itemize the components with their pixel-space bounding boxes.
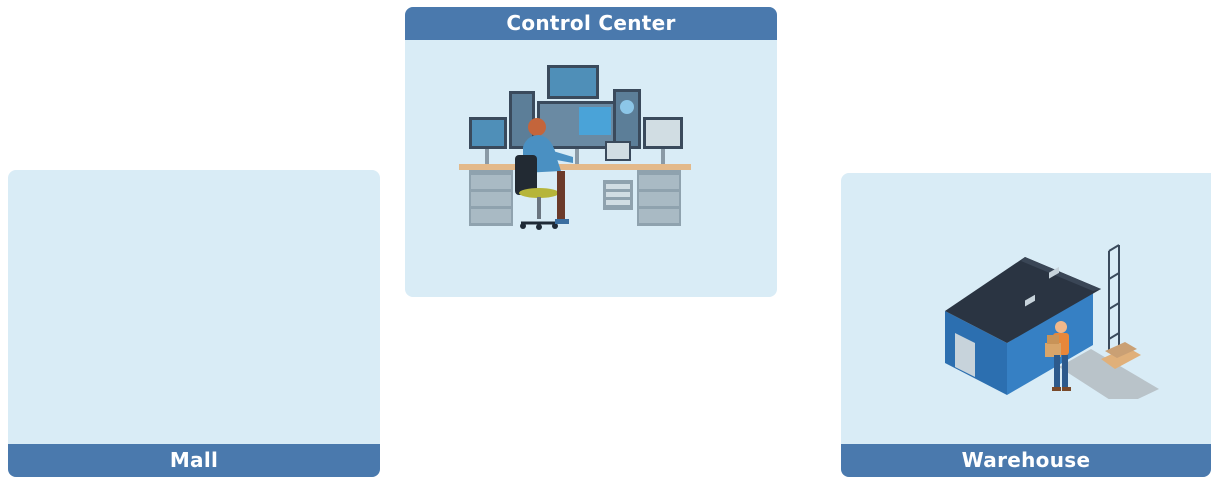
mall-title: Mall bbox=[8, 444, 380, 477]
control-center-panel: Control Center bbox=[405, 7, 777, 297]
mall-panel: Mall bbox=[8, 170, 380, 477]
warehouse-worker-icon bbox=[945, 244, 1159, 399]
warehouse-panel: Warehouse bbox=[841, 173, 1211, 477]
operator-monitoring-station-icon bbox=[459, 65, 691, 230]
control-center-title: Control Center bbox=[405, 7, 777, 40]
warehouse-title: Warehouse bbox=[841, 444, 1211, 477]
